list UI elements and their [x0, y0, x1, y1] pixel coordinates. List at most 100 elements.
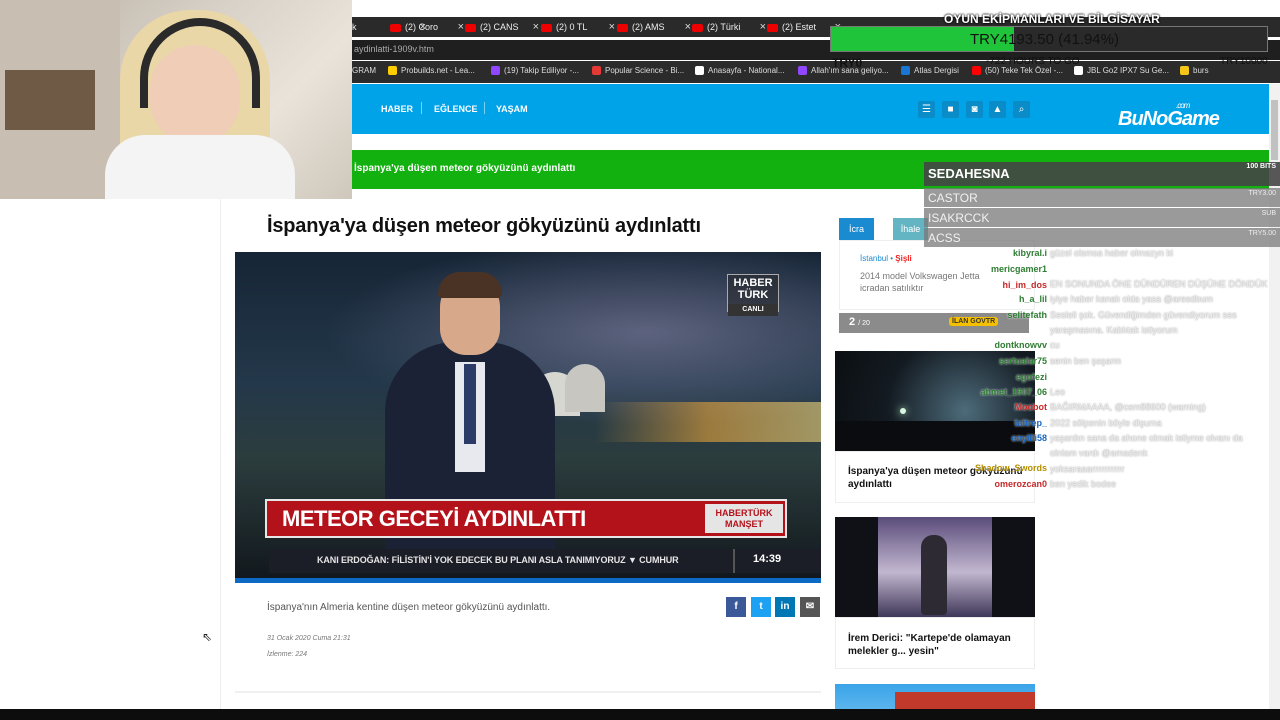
chat-message: olnlam vardı @amadenk: [1050, 448, 1148, 458]
youtube-icon: [541, 23, 552, 32]
site-logo-suffix: .com: [1176, 101, 1190, 110]
chat-username: enyilli58: [1011, 433, 1047, 443]
bookmark-item[interactable]: Probuilds.net - Lea...: [388, 66, 475, 76]
bookmark-label: Probuilds.net - Lea...: [401, 66, 475, 75]
news-tag-line1: HABERTÜRK: [715, 508, 773, 518]
channel-logo-bottom: TÜRK: [737, 289, 769, 301]
article-date: 31 Ocak 2020 Cuma 21:31: [267, 635, 351, 642]
chat-username: taltrep_: [1014, 418, 1047, 428]
chat-username: Moobot: [1014, 402, 1047, 412]
chat-message: 2022 sölpenin böyle dişuma: [1050, 418, 1162, 428]
scrollbar-thumb[interactable]: [1271, 100, 1278, 160]
twitter-share-icon[interactable]: t: [751, 597, 771, 617]
chat-username: sertualar75: [998, 356, 1047, 366]
close-tab-icon[interactable]: ×: [685, 17, 691, 37]
video-city-lights: [595, 402, 821, 442]
article-title: İspanya'ya düşen meteor gökyüzünü aydınl…: [267, 215, 701, 237]
bookmark-item[interactable]: Atlas Dergisi: [901, 66, 959, 76]
bookmark-label: (50) Teke Tek Özel -...: [985, 66, 1063, 75]
news-headline-banner: METEOR GECEYİ AYDINLATTI HABERTÜRK MANŞET: [265, 499, 787, 538]
close-tab-icon[interactable]: ×: [458, 17, 464, 37]
screen: k × (2) Coro × (2) CANS × (2) 0 TL × (2) AMS × (2)…: [0, 0, 1280, 720]
browser-tab[interactable]: (2) Türki ×: [692, 17, 766, 37]
email-share-icon[interactable]: ✉: [800, 597, 820, 617]
article-divider: [235, 691, 821, 693]
nav-eglence[interactable]: EĞLENCE: [434, 104, 478, 114]
tab-ihale[interactable]: İhale: [893, 218, 928, 240]
tab-label: (2) AMS: [632, 22, 665, 32]
bookmark-label: Anasayfa - National...: [708, 66, 785, 75]
video-player[interactable]: HABER TÜRK CANLI METEOR GECEYİ AYDINLATT…: [235, 252, 821, 583]
video-anchor-tie: [464, 364, 476, 444]
search-icon[interactable]: ⌕: [1013, 101, 1030, 118]
video-anchor-hair: [438, 272, 502, 298]
related-video-thumbnail[interactable]: [835, 351, 1035, 451]
related-video-thumbnail[interactable]: [835, 517, 1035, 617]
webcam-overlay: [0, 0, 352, 199]
linkedin-share-icon[interactable]: in: [775, 597, 795, 617]
ad-pager: 2 / 20 İLAN GOVTR: [839, 313, 1029, 333]
bookmark-favicon: [592, 66, 601, 76]
bookmark-item[interactable]: burs: [1180, 66, 1209, 76]
video-icon[interactable]: ■: [942, 101, 959, 118]
thumb-ground: [835, 421, 1035, 451]
bookmark-item[interactable]: GRAM: [352, 66, 376, 75]
facebook-share-icon[interactable]: f: [726, 597, 746, 617]
close-tab-icon[interactable]: ×: [760, 17, 766, 37]
menu-icon[interactable]: ☰: [918, 101, 935, 118]
video-progress-bar[interactable]: [235, 578, 821, 583]
channel-logo: HABER TÜRK CANLI: [727, 274, 779, 316]
close-tab-icon[interactable]: ×: [609, 17, 615, 37]
alert-item: ISAKRCCK SUB: [924, 208, 1280, 227]
chat-message: güzel olsmsa haber olmazyn ki: [1050, 248, 1174, 258]
browser-tab[interactable]: (2) 0 TL ×: [541, 17, 615, 37]
camera-icon[interactable]: ◙: [966, 101, 983, 118]
news-ticker: KANI ERDOĞAN: FİLİSTİN'İ YOK EDECEK BU P…: [269, 549, 821, 573]
alert-value: TRY5.00: [1248, 230, 1277, 237]
bookmark-favicon: [388, 66, 397, 76]
browser-tab[interactable]: (2) AMS ×: [617, 17, 691, 37]
lock-icon[interactable]: ▲: [989, 101, 1006, 118]
tab-label: (2) Coro: [405, 22, 439, 32]
chat-username: dontknowvv: [994, 340, 1047, 350]
bookmark-item[interactable]: JBL Go2 IPX7 Su Ge...: [1074, 66, 1169, 76]
bookmark-item[interactable]: Popular Science - Bi...: [592, 66, 684, 76]
ad-city: İstanbul: [860, 254, 889, 263]
address-url[interactable]: aydinlatti-1909v.htm: [354, 44, 434, 54]
chat-message: EN SONUNDA ÖNE DÜNDÜREN DÜŞÜNE DÖNDÜK: [1050, 279, 1268, 289]
nav-yasam[interactable]: YAŞAM: [496, 104, 528, 114]
close-tab-icon[interactable]: ×: [533, 17, 539, 37]
news-tag: HABERTÜRK MANŞET: [705, 504, 783, 533]
bookmark-label: GRAM: [352, 66, 376, 75]
alert-value: TRY3.00: [1248, 190, 1277, 197]
related-title[interactable]: İrem Derici: "Kartepe'de olamayan melekl…: [848, 632, 1028, 658]
ad-location: İstanbul • Şişli: [860, 254, 912, 263]
bookmark-favicon: [695, 66, 704, 76]
bookmark-label: JBL Go2 IPX7 Su Ge...: [1087, 66, 1169, 75]
ticker-time: 14:39: [753, 553, 782, 565]
bookmark-item[interactable]: (19) Takip Ediliyor -...: [491, 66, 579, 76]
article-caption: İspanya'nın Almeria kentine düşen meteor…: [267, 602, 551, 613]
browser-tab[interactable]: (2) CANS ×: [465, 17, 539, 37]
bookmark-item[interactable]: Anasayfa - National...: [695, 66, 785, 76]
chat-message: senin ben şaşarm: [1050, 356, 1122, 366]
alert-name: ACSS: [928, 231, 961, 245]
chat-username: egofezi: [1015, 372, 1047, 382]
bookmark-item[interactable]: (50) Teke Tek Özel -...: [972, 66, 1063, 76]
nav-separator: [484, 102, 485, 114]
site-logo[interactable]: BuNoGame .com: [1118, 101, 1220, 131]
donation-goal-time: -722 HOURS TO GO: [986, 56, 1080, 67]
youtube-icon: [465, 23, 476, 32]
tab-label: (2) 0 TL: [556, 22, 588, 32]
browser-tab[interactable]: (2) Coro ×: [390, 17, 464, 37]
chat-username: Shadow_Swords: [974, 463, 1047, 473]
ad-text[interactable]: 2014 model Volkswagen Jetta icradan satı…: [860, 270, 1000, 294]
news-tag-line2: MANŞET: [725, 519, 763, 529]
channel-logo-top: HABER: [733, 277, 773, 289]
chat-username: hi_im_dos: [1002, 280, 1047, 290]
bookmarks-bar: GRAM Probuilds.net - Lea... (19) Takip Edi…: [352, 61, 1280, 83]
donation-goal-value: TRY4193.50 (41.94%): [970, 31, 1119, 48]
alert-name: CASTOR: [928, 191, 978, 205]
nav-haber[interactable]: HABER: [381, 104, 413, 114]
tab-icra[interactable]: İcra: [839, 218, 874, 240]
